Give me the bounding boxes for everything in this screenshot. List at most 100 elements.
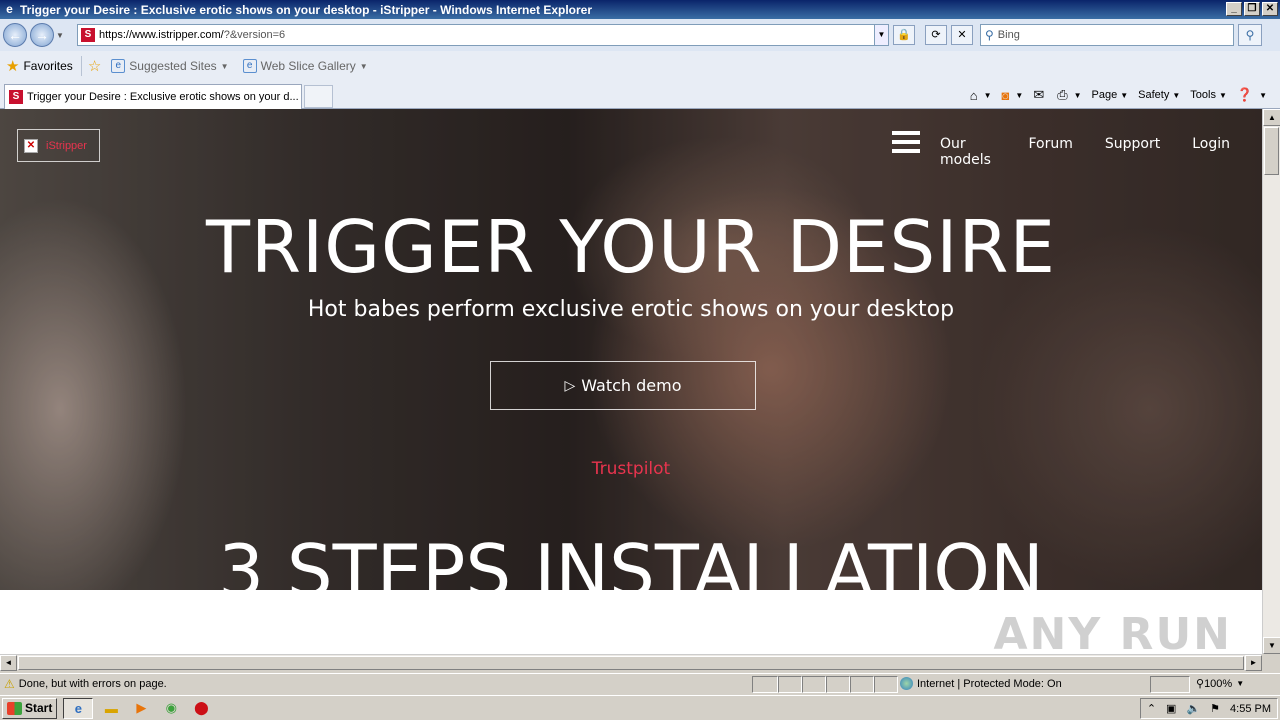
restore-button[interactable]: ❐: [1244, 2, 1260, 16]
popup-blocked-icon[interactable]: [826, 676, 850, 693]
nav-our-models[interactable]: Our models: [940, 136, 996, 168]
nav-forum[interactable]: Forum: [1028, 136, 1072, 168]
url-path: ?&version=6: [223, 29, 286, 41]
chevron-down-icon: ▼: [1236, 679, 1245, 688]
hamburger-menu-icon[interactable]: [892, 131, 920, 153]
warning-icon[interactable]: ⚠: [4, 677, 15, 691]
print-button[interactable]: ⎙ ▼: [1054, 85, 1084, 105]
network-icon[interactable]: ▣: [1166, 702, 1176, 715]
top-navigation: Our models Forum Support Login: [940, 136, 1262, 168]
tray-expand-icon[interactable]: ⌃: [1147, 702, 1156, 715]
brand-logo[interactable]: ✕ iStripper: [17, 129, 100, 162]
volume-icon[interactable]: 🔈: [1186, 702, 1200, 715]
scroll-left-arrow[interactable]: ◄: [0, 655, 17, 671]
url-host: https://www.istripper.com/: [99, 29, 224, 41]
zoom-control[interactable]: ⚲ 100% ▼: [1196, 677, 1245, 691]
nav-login[interactable]: Login: [1192, 136, 1230, 168]
web-slice-gallery-link[interactable]: e Web Slice Gallery ▼: [242, 59, 368, 73]
chrome-icon: ◉: [165, 700, 178, 715]
status-cell: [850, 676, 874, 693]
tab-istripper[interactable]: S Trigger your Desire : Exclusive erotic…: [4, 84, 302, 109]
chevron-down-icon: ▼: [983, 90, 992, 100]
stop-icon[interactable]: ✕: [951, 25, 973, 45]
chevron-down-icon: ▼: [1120, 90, 1129, 100]
site-favicon: S: [9, 90, 23, 104]
search-icon: ⚲: [985, 28, 994, 42]
forward-button[interactable]: →: [30, 23, 54, 47]
taskbar-media-player-button[interactable]: ▶: [129, 698, 153, 719]
close-window-button[interactable]: ✕: [1262, 2, 1278, 16]
mail-button[interactable]: ✉: [1030, 85, 1050, 105]
tools-menu[interactable]: Tools ▼: [1187, 87, 1230, 103]
page-menu[interactable]: Page ▼: [1089, 87, 1132, 103]
search-button[interactable]: ⚲: [1238, 24, 1262, 46]
vertical-scroll-thumb[interactable]: [1264, 127, 1279, 175]
home-button[interactable]: ⌂ ▼: [967, 86, 995, 105]
minimize-button[interactable]: _: [1226, 2, 1242, 16]
window-titlebar: e Trigger your Desire : Exclusive erotic…: [0, 0, 1280, 19]
help-button[interactable]: ❓ ▼: [1234, 85, 1270, 105]
protected-mode-cell[interactable]: [1150, 676, 1190, 693]
site-favicon: S: [81, 28, 95, 42]
window-title: Trigger your Desire : Exclusive erotic s…: [20, 2, 593, 17]
scrollbar-corner: [1262, 654, 1280, 670]
start-button[interactable]: Start: [2, 697, 58, 719]
address-dropdown[interactable]: ▼: [874, 25, 888, 45]
horizontal-scroll-thumb[interactable]: [18, 656, 1244, 670]
page-viewport: ✕ iStripper Our models Forum Support Log…: [0, 109, 1262, 654]
taskbar-ie-button[interactable]: e: [63, 697, 94, 719]
divider: [80, 56, 82, 76]
trustpilot-link[interactable]: Trustpilot: [0, 459, 1262, 479]
favorites-button[interactable]: ★ Favorites: [6, 57, 73, 75]
web-slice-label: Web Slice Gallery: [260, 59, 356, 73]
search-input[interactable]: ⚲ Bing: [980, 24, 1234, 46]
scroll-up-arrow[interactable]: ▲: [1263, 109, 1280, 126]
vertical-scrollbar[interactable]: ▲ ▼: [1262, 109, 1280, 654]
lock-icon[interactable]: 🔒: [893, 25, 915, 45]
taskbar-opera-button[interactable]: ⬤: [189, 698, 213, 719]
brand-alt-text: iStripper: [46, 139, 87, 152]
add-favorites-button[interactable]: ☆: [88, 57, 105, 75]
new-tab-button[interactable]: [304, 85, 333, 108]
suggested-sites-link[interactable]: e Suggested Sites ▼: [111, 59, 229, 73]
taskbar-explorer-button[interactable]: ▬: [99, 698, 123, 719]
taskbar-chrome-button[interactable]: ◉: [159, 698, 183, 719]
horizontal-scrollbar[interactable]: ◄ ►: [0, 654, 1262, 671]
ie-page-icon: e: [111, 59, 126, 73]
steps-heading: 3 STEPS INSTALLATION: [218, 529, 1044, 590]
play-icon: ▷: [564, 377, 576, 394]
status-bar: ⚠ Done, but with errors on page. Interne…: [0, 673, 1280, 694]
status-cell: [778, 676, 802, 693]
favorites-label: Favorites: [23, 59, 73, 73]
start-label: Start: [25, 701, 53, 715]
star-icon: ★: [6, 58, 20, 75]
address-toolbar: ← → ▼ S https://www.istripper.com/?&vers…: [0, 19, 1280, 51]
action-center-flag-icon[interactable]: ⚑: [1210, 702, 1220, 715]
rss-icon: ◙: [1001, 87, 1010, 103]
safety-menu-label: Safety: [1138, 89, 1170, 101]
safety-menu[interactable]: Safety ▼: [1135, 87, 1183, 103]
nav-support[interactable]: Support: [1105, 136, 1160, 168]
security-zone[interactable]: Internet | Protected Mode: On: [900, 677, 1062, 690]
tab-bar: S Trigger your Desire : Exclusive erotic…: [0, 81, 1280, 109]
command-bar: ⌂ ▼ ◙ ▼ ✉ ⎙ ▼ Page ▼ Safety ▼ Tools ▼ ❓ ▼: [967, 85, 1270, 105]
anyrun-watermark: ANY RUN: [993, 609, 1232, 654]
recent-pages-dropdown[interactable]: ▼: [56, 31, 66, 40]
system-tray: ⌃ ▣ 🔈 ⚑ 4:55 PM: [1139, 698, 1278, 719]
address-input[interactable]: S https://www.istripper.com/?&version=6 …: [77, 24, 889, 46]
scroll-right-arrow[interactable]: ►: [1245, 655, 1262, 671]
refresh-icon[interactable]: ⟳: [925, 25, 947, 45]
mail-icon: ✉: [1033, 87, 1045, 102]
suggested-sites-label: Suggested Sites: [129, 59, 217, 73]
globe-icon: [900, 677, 913, 690]
tools-menu-label: Tools: [1190, 89, 1216, 101]
clock[interactable]: 4:55 PM: [1230, 703, 1271, 715]
feeds-button[interactable]: ◙ ▼: [999, 86, 1027, 105]
scroll-down-arrow[interactable]: ▼: [1263, 637, 1280, 654]
watch-demo-button[interactable]: ▷ Watch demo: [490, 361, 756, 410]
add-favorite-icon: ☆: [87, 58, 102, 75]
back-button[interactable]: ←: [3, 23, 27, 47]
zoom-icon: ⚲: [1196, 678, 1205, 690]
chevron-down-icon: ▼: [220, 61, 229, 71]
search-placeholder: Bing: [997, 29, 1020, 41]
